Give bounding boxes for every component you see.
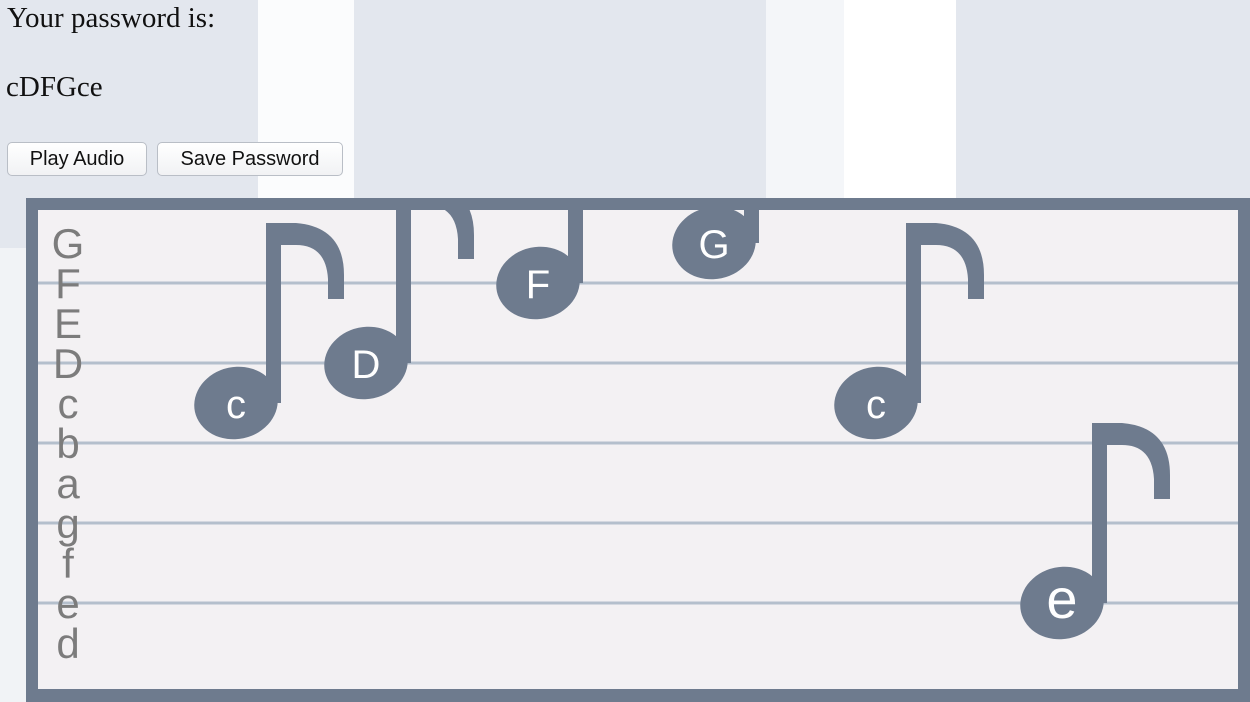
save-password-button[interactable]: Save Password xyxy=(157,142,343,176)
password-intro: Your password is: xyxy=(7,2,216,34)
note-stem xyxy=(266,223,281,403)
music-note[interactable]: e xyxy=(1013,423,1170,647)
note-stem xyxy=(396,210,411,363)
music-note[interactable]: F xyxy=(489,210,646,327)
note-stem xyxy=(1092,423,1107,603)
note-flag xyxy=(920,223,984,299)
note-label: D xyxy=(352,343,381,387)
background-band xyxy=(0,248,26,702)
note-label: e xyxy=(1046,567,1077,630)
music-note[interactable]: c xyxy=(827,223,984,447)
note-flag xyxy=(444,210,474,259)
note-stem xyxy=(568,210,583,283)
note-label: c xyxy=(226,383,246,427)
pitch-label: d xyxy=(56,620,79,667)
note-label: F xyxy=(526,263,550,307)
note-label: G xyxy=(698,223,729,267)
music-note[interactable]: c xyxy=(187,223,344,447)
password-value: cDFGce xyxy=(6,71,103,103)
music-note[interactable]: G xyxy=(665,210,822,287)
note-flag xyxy=(280,223,344,299)
note-flag xyxy=(1106,423,1170,499)
play-audio-button[interactable]: Play Audio xyxy=(7,142,147,176)
music-note[interactable]: D xyxy=(317,210,474,407)
note-stem xyxy=(744,210,759,243)
music-staff[interactable]: GFEDcbagfedcDFGce xyxy=(38,210,1238,689)
note-label: c xyxy=(866,383,886,427)
staff-canvas[interactable]: GFEDcbagfedcDFGce xyxy=(38,210,1238,689)
note-stem xyxy=(906,223,921,403)
